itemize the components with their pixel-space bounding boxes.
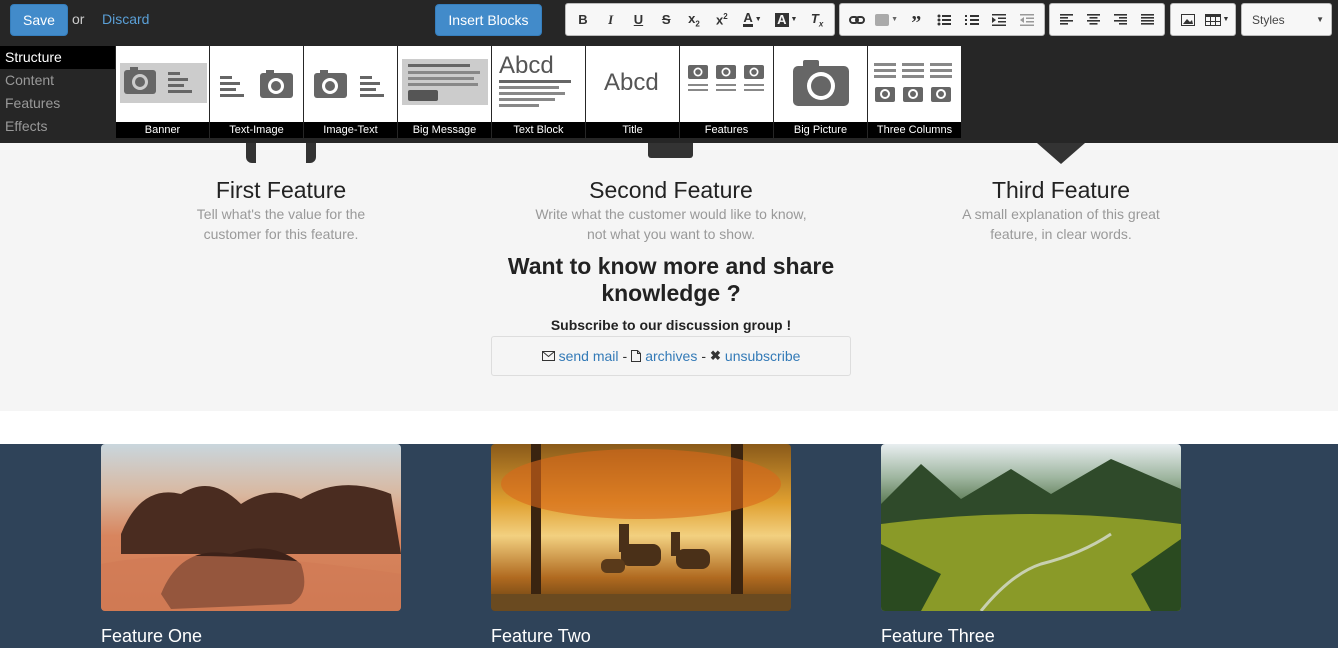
- category-structure[interactable]: Structure: [0, 46, 115, 69]
- blockquote-icon[interactable]: ”: [902, 6, 930, 33]
- align-center-icon[interactable]: [1080, 6, 1107, 33]
- save-button[interactable]: Save: [10, 4, 68, 36]
- features-thumbnail-icon: [688, 65, 764, 91]
- category-content[interactable]: Content: [0, 69, 115, 92]
- separator: -: [701, 348, 706, 364]
- discard-link[interactable]: Discard: [102, 11, 149, 27]
- underline-icon[interactable]: U: [625, 6, 653, 33]
- snippet-image-text[interactable]: Image-Text: [304, 46, 398, 138]
- snippet-big-picture[interactable]: Big Picture: [774, 46, 868, 138]
- section-spacer: [0, 411, 1338, 444]
- snippet-label: Three Columns: [868, 122, 961, 138]
- link-icon[interactable]: [843, 6, 871, 33]
- indent-icon[interactable]: [986, 6, 1014, 33]
- envelope-icon: [541, 351, 555, 361]
- category-effects[interactable]: Effects: [0, 115, 115, 138]
- snippet-label: Title: [586, 122, 679, 138]
- feature-column: Third Feature A small explanation of thi…: [881, 176, 1241, 244]
- text-color-icon[interactable]: A ▼: [736, 6, 770, 33]
- outdent-icon[interactable]: [1013, 6, 1041, 33]
- media-group: ▼: [1170, 3, 1236, 36]
- cta-subheading[interactable]: Subscribe to our discussion group !: [471, 317, 871, 333]
- snippet-three-columns[interactable]: Three Columns: [868, 46, 962, 138]
- snippet-text-block[interactable]: Abcd Text Block: [492, 46, 586, 138]
- big-picture-thumbnail-icon: [793, 60, 849, 106]
- snippet-big-message[interactable]: Big Message: [398, 46, 492, 138]
- feature-description[interactable]: Write what the customer would like to kn…: [526, 204, 816, 244]
- snippet-categories: Structure Content Features Effects: [0, 46, 115, 138]
- svg-text:Abcd: Abcd: [499, 52, 554, 79]
- subscript-icon[interactable]: x2: [680, 6, 708, 33]
- styles-dropdown[interactable]: Styles ▼: [1241, 3, 1332, 36]
- feature-description[interactable]: Tell what's the value for the customer f…: [186, 204, 376, 244]
- text-block-thumbnail-icon: Abcd: [499, 52, 571, 107]
- mailing-list-links: send mail - archives - ✖ unsubscribe: [491, 336, 851, 376]
- chevron-down-icon: ▼: [1316, 15, 1324, 24]
- big-message-thumbnail-icon: [402, 59, 488, 105]
- bulleted-list-icon[interactable]: [930, 6, 958, 33]
- archives-link[interactable]: archives: [645, 348, 697, 364]
- deer-forest-image[interactable]: [491, 444, 791, 611]
- unlink-icon[interactable]: ▼: [871, 6, 903, 33]
- feature-title[interactable]: Third Feature: [881, 176, 1241, 204]
- send-mail-link[interactable]: send mail: [559, 348, 619, 364]
- insert-blocks-button[interactable]: Insert Blocks: [435, 4, 542, 36]
- snippet-features[interactable]: Features: [680, 46, 774, 138]
- text-image-thumbnail-icon: [220, 70, 293, 98]
- snippet-label: Image-Text: [304, 122, 397, 138]
- feature-column: Second Feature Write what the customer w…: [491, 176, 851, 244]
- feature-description[interactable]: A small explanation of this great featur…: [954, 204, 1169, 244]
- snippet-label: Text-Image: [210, 122, 303, 138]
- snippet-label: Big Picture: [774, 122, 867, 138]
- align-group: [1049, 3, 1165, 36]
- insert-group: ▼ ”: [839, 3, 1045, 36]
- banner-thumbnail-icon: [120, 63, 207, 103]
- image-text-thumbnail-icon: [314, 70, 384, 98]
- unsubscribe-link[interactable]: unsubscribe: [725, 348, 801, 364]
- feature-icon-1: [246, 143, 316, 163]
- superscript-icon[interactable]: x2: [708, 6, 736, 33]
- align-right-icon[interactable]: [1107, 6, 1134, 33]
- category-features[interactable]: Features: [0, 92, 115, 115]
- format-group: B I U S x2 x2 A ▼ A ▼ Tx: [565, 3, 835, 36]
- three-columns-thumbnail-icon: [874, 63, 952, 102]
- snippet-title[interactable]: Abcd Title: [586, 46, 680, 138]
- snippet-text-image[interactable]: Text-Image: [210, 46, 304, 138]
- strikethrough-icon[interactable]: S: [652, 6, 680, 33]
- or-label: or: [72, 11, 85, 27]
- desert-image[interactable]: [101, 444, 401, 611]
- snippet-label: Text Block: [492, 122, 585, 138]
- snippet-label: Banner: [116, 122, 209, 138]
- background-color-icon[interactable]: A ▼: [769, 6, 803, 33]
- card-title[interactable]: Feature One: [101, 626, 202, 647]
- snippet-blocks: Banner Text-Image Image-Text Big Message…: [116, 46, 962, 138]
- feature-column: First Feature Tell what's the value for …: [101, 176, 461, 244]
- valley-image[interactable]: [881, 444, 1181, 611]
- align-justify-icon[interactable]: [1134, 6, 1161, 33]
- table-icon[interactable]: ▼: [1202, 6, 1232, 33]
- italic-icon[interactable]: I: [597, 6, 625, 33]
- align-left-icon[interactable]: [1053, 6, 1080, 33]
- close-icon: ✖: [710, 348, 721, 363]
- file-icon: [631, 350, 642, 362]
- feature-icon-3: [1037, 143, 1085, 164]
- title-thumbnail-icon: Abcd: [604, 69, 659, 96]
- styles-label: Styles: [1252, 13, 1285, 27]
- remove-format-icon[interactable]: Tx: [803, 6, 831, 33]
- separator: -: [622, 348, 628, 364]
- feature-icon-2: [648, 143, 693, 158]
- cta-heading[interactable]: Want to know more and share knowledge ?: [471, 253, 871, 307]
- card-title[interactable]: Feature Two: [491, 626, 591, 647]
- snippet-label: Features: [680, 122, 773, 138]
- snippet-label: Big Message: [398, 122, 491, 138]
- feature-title[interactable]: First Feature: [101, 176, 461, 204]
- bold-icon[interactable]: B: [569, 6, 597, 33]
- svg-text:Abcd: Abcd: [604, 69, 659, 96]
- card-title[interactable]: Feature Three: [881, 626, 995, 647]
- numbered-list-icon[interactable]: [958, 6, 986, 33]
- image-icon[interactable]: [1174, 6, 1202, 33]
- feature-title[interactable]: Second Feature: [491, 176, 851, 204]
- snippet-banner[interactable]: Banner: [116, 46, 210, 138]
